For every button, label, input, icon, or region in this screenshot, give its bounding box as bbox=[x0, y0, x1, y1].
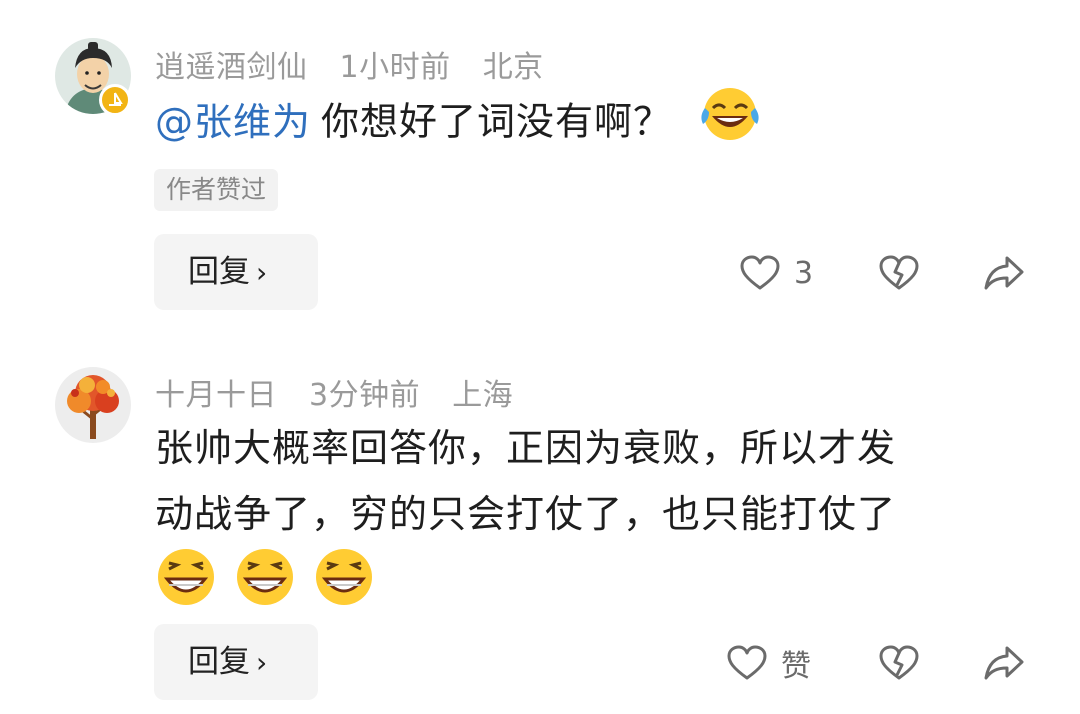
location: 上海 bbox=[452, 378, 514, 413]
comment-body-line-1: 张帅大概率回答你，正因为衰败，所以才发 bbox=[155, 426, 897, 470]
timestamp: 3分钟前 bbox=[309, 378, 421, 413]
like-button[interactable]: 赞 bbox=[727, 638, 811, 688]
heart-icon bbox=[727, 645, 767, 680]
chevron-right-icon: › bbox=[256, 646, 268, 679]
grin-emoji bbox=[155, 547, 217, 627]
grin-emoji bbox=[313, 547, 375, 627]
avatar[interactable] bbox=[55, 367, 131, 443]
share-icon bbox=[984, 646, 1024, 680]
username[interactable]: 十月十日 bbox=[155, 378, 277, 413]
comment-2: 十月十日 3分钟前 上海 张帅大概率回答你，正因为衰败，所以才发 动战争了，穷的… bbox=[0, 0, 1080, 714]
like-label: 赞 bbox=[781, 649, 811, 684]
comment-meta: 十月十日 3分钟前 上海 bbox=[155, 370, 535, 414]
dislike-button[interactable] bbox=[879, 638, 919, 688]
comment-text: 张帅大概率回答你，正因为衰败，所以才发 动战争了，穷的只会打仗了，也只能打仗了 bbox=[155, 415, 1015, 613]
reply-label: 回复 bbox=[188, 644, 250, 680]
grin-emoji bbox=[234, 547, 296, 627]
share-button[interactable] bbox=[983, 638, 1025, 688]
emoji-row bbox=[155, 547, 1015, 613]
comment-body-line-2: 动战争了，穷的只会打仗了，也只能打仗了 bbox=[155, 492, 897, 536]
reply-button[interactable]: 回复 › bbox=[154, 624, 318, 700]
broken-heart-icon bbox=[879, 645, 919, 680]
